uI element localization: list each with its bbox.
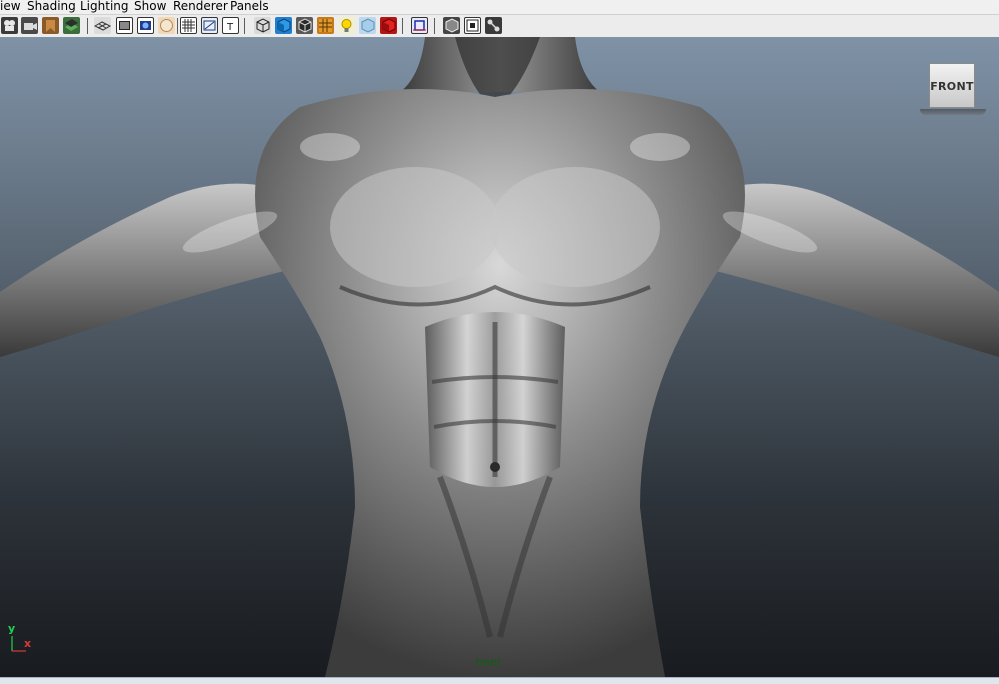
texture-placement-icon[interactable] bbox=[485, 17, 502, 34]
menu-lighting[interactable]: Lighting bbox=[80, 0, 129, 13]
isolate-select-icon[interactable] bbox=[411, 17, 428, 34]
xray-active-icon[interactable] bbox=[443, 17, 460, 34]
axis-gizmo-icon bbox=[11, 636, 26, 652]
wireframe-on-shaded-icon[interactable] bbox=[296, 17, 313, 34]
axis-y-label: y bbox=[8, 622, 16, 635]
menu-shading[interactable]: Shading bbox=[27, 0, 76, 13]
safe-title-icon[interactable]: T bbox=[222, 17, 239, 34]
viewport-menu-bar: iew Shading Lighting Show Renderer Panel… bbox=[0, 0, 999, 15]
film-gate-icon[interactable] bbox=[116, 17, 133, 34]
field-chart-icon[interactable] bbox=[180, 17, 197, 34]
resolution-gate-icon[interactable] bbox=[137, 17, 154, 34]
xray-joints-icon[interactable] bbox=[464, 17, 481, 34]
image-plane-icon[interactable] bbox=[63, 17, 80, 34]
camera-name-label: front bbox=[475, 656, 502, 669]
menu-view[interactable]: iew bbox=[0, 0, 21, 13]
gate-mask-icon[interactable] bbox=[158, 17, 175, 34]
3d-viewport[interactable]: FRONT y x front bbox=[0, 37, 999, 677]
view-cube[interactable]: FRONT bbox=[929, 63, 975, 108]
xray-icon[interactable] bbox=[380, 17, 397, 34]
bookmark-icon[interactable] bbox=[42, 17, 59, 34]
wireframe-icon[interactable] bbox=[254, 17, 271, 34]
shadows-icon[interactable] bbox=[359, 17, 376, 34]
view-cube-base bbox=[920, 109, 986, 115]
select-camera-icon[interactable] bbox=[1, 17, 18, 34]
svg-text:T: T bbox=[226, 22, 234, 33]
smooth-shade-icon[interactable] bbox=[275, 17, 292, 34]
grid-icon[interactable] bbox=[93, 17, 112, 34]
menu-renderer[interactable]: Renderer bbox=[173, 0, 228, 13]
axis-x-label: x bbox=[24, 637, 32, 650]
textured-icon[interactable] bbox=[317, 17, 334, 34]
safe-action-icon[interactable] bbox=[201, 17, 218, 34]
menu-panels[interactable]: Panels bbox=[230, 0, 269, 13]
panel-toolbar: T bbox=[0, 15, 999, 38]
menu-show[interactable]: Show bbox=[134, 0, 166, 13]
use-all-lights-icon[interactable] bbox=[338, 17, 355, 34]
character-model bbox=[0, 37, 999, 677]
camera-attributes-icon[interactable] bbox=[21, 17, 38, 34]
